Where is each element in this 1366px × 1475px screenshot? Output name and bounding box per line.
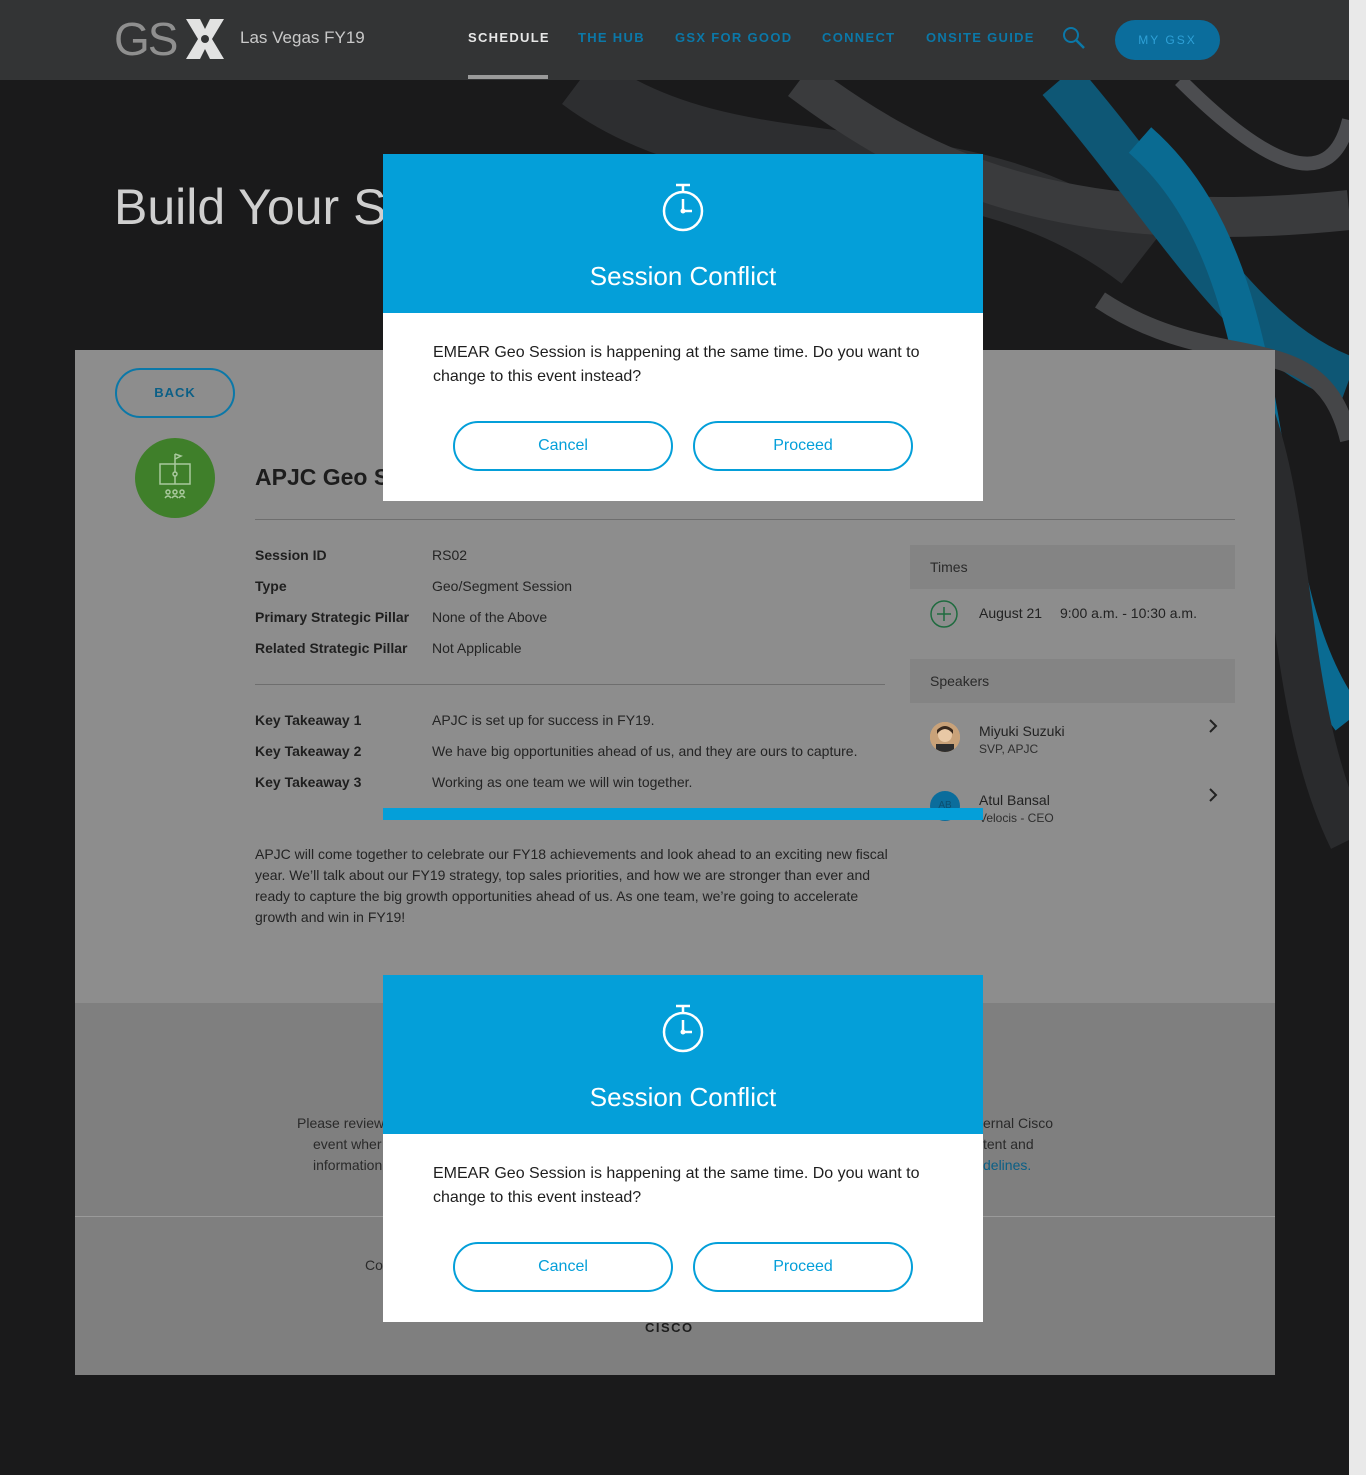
modal-title: Session Conflict: [589, 261, 777, 291]
modal-header: Session Conflict: [383, 154, 983, 313]
speaker-2-name[interactable]: Atul Bansal: [979, 792, 1050, 808]
legal-text-fragment: tent and: [983, 1136, 1034, 1152]
proceed-button[interactable]: Proceed: [693, 1242, 913, 1292]
takeaway-1-value: APJC is set up for success in FY19.: [432, 712, 655, 728]
event-edition: Las Vegas FY19: [240, 28, 365, 47]
avatar: [930, 722, 960, 752]
session-date: August 21: [979, 605, 1043, 621]
nav-the-hub[interactable]: THE HUB: [578, 30, 645, 45]
nav-connect[interactable]: CONNECT: [822, 30, 895, 45]
cancel-button[interactable]: Cancel: [453, 1242, 673, 1292]
modal-message: EMEAR Geo Session is happening at the sa…: [433, 344, 920, 385]
session-type-badge: [135, 438, 215, 518]
chevron-right-icon[interactable]: [1205, 786, 1221, 804]
back-button[interactable]: BACK: [115, 368, 235, 418]
session-id-value: RS02: [432, 547, 468, 563]
session-conflict-modal: Session Conflict EMEAR Geo Session is ha…: [383, 975, 983, 1322]
details-divider: [255, 684, 885, 685]
speaker-1-role: SVP, APJC: [979, 742, 1039, 756]
nav-schedule[interactable]: SCHEDULE: [468, 30, 550, 45]
title-divider: [255, 519, 1235, 520]
cancel-button[interactable]: Cancel: [453, 421, 673, 471]
chevron-right-icon[interactable]: [1205, 717, 1221, 735]
proceed-button[interactable]: Proceed: [693, 421, 913, 471]
nav-gsx-for-good[interactable]: GSX FOR GOOD: [675, 30, 792, 45]
nav-onsite-guide[interactable]: ONSITE GUIDE: [926, 30, 1035, 45]
speakers-heading-label: Speakers: [930, 673, 990, 689]
related-pillar-value: Not Applicable: [432, 640, 522, 656]
legal-text-fragment: event wher: [313, 1136, 382, 1152]
cisco-logo: CISCO: [645, 1320, 694, 1335]
takeaway-2-label: Key Takeaway 2: [255, 743, 362, 759]
geo-session-icon: [159, 453, 191, 499]
copyright-fragment: Co: [365, 1257, 383, 1273]
legal-text-fragment: information: [313, 1157, 383, 1173]
session-conflict-modal: Session Conflict EMEAR Geo Session is ha…: [383, 154, 983, 501]
speaker-1-name[interactable]: Miyuki Suzuki: [979, 723, 1065, 739]
primary-pillar-value: None of the Above: [432, 609, 548, 625]
search-icon[interactable]: [1062, 26, 1086, 50]
modal-header: Session Conflict: [383, 975, 983, 1134]
session-time-range: 9:00 a.m. - 10:30 a.m.: [1060, 605, 1197, 621]
speaker-photo: [930, 722, 960, 752]
takeaway-3-value: Working as one team we will win together…: [432, 774, 693, 790]
page-scrollbar[interactable]: [1349, 0, 1366, 1475]
modal-message: EMEAR Geo Session is happening at the sa…: [433, 1165, 920, 1206]
add-to-schedule-icon[interactable]: [930, 600, 958, 628]
stopwatch-icon: [662, 1004, 704, 1053]
takeaway-2-value: We have big opportunities ahead of us, a…: [432, 743, 858, 759]
speaker-2-role: Velocis - CEO: [979, 811, 1054, 825]
speakers-heading: Speakers: [910, 659, 1235, 703]
times-heading: Times: [910, 545, 1235, 589]
stopwatch-icon: [662, 183, 704, 232]
legal-text-fragment: Please review: [297, 1115, 385, 1131]
session-id-label: Session ID: [255, 547, 327, 563]
type-label: Type: [255, 578, 287, 594]
guidelines-link[interactable]: delines.: [983, 1157, 1031, 1173]
type-value: Geo/Segment Session: [432, 578, 573, 594]
top-navigation-bar: GS Las Vegas FY19 SCHEDULE THE HUB GSX F…: [0, 0, 1349, 80]
gsx-logo[interactable]: GS: [114, 15, 224, 63]
takeaway-1-label: Key Takeaway 1: [255, 712, 362, 728]
primary-pillar-label: Primary Strategic Pillar: [255, 609, 410, 625]
legal-text-fragment: ernal Cisco: [983, 1115, 1054, 1131]
times-heading-label: Times: [930, 559, 968, 575]
takeaway-3-label: Key Takeaway 3: [255, 774, 362, 790]
session-description: APJC will come together to celebrate our…: [255, 846, 888, 925]
active-nav-indicator: [468, 75, 548, 79]
modal-header-remnant: [383, 808, 983, 820]
svg-text:GS: GS: [114, 15, 177, 63]
modal-title: Session Conflict: [589, 1082, 777, 1112]
related-pillar-label: Related Strategic Pillar: [255, 640, 408, 656]
my-gsx-button[interactable]: MY GSX: [1115, 20, 1220, 60]
